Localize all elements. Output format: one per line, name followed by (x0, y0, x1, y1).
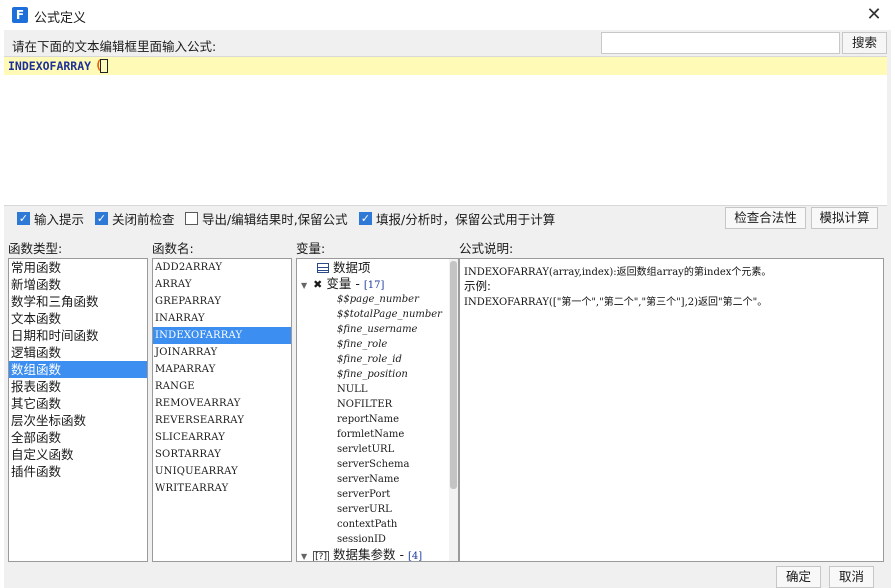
list-item[interactable]: GREPARRAY (153, 293, 291, 310)
chevron-down-icon[interactable]: ▼ (301, 281, 307, 290)
vertical-scrollbar[interactable] (449, 259, 458, 561)
variable-tree[interactable]: 数据项 ▼ ✖ 变量 - [17] $$page_number $$totalPag… (296, 258, 459, 562)
tree-node-dataset-params[interactable]: ▼ [?] 数据集参数 - [4] (301, 547, 423, 562)
option-label: 导出/编辑结果时,保留公式 (202, 211, 348, 227)
variable-icon: ✖ (313, 278, 323, 291)
tree-leaf[interactable]: $fine_role (337, 337, 387, 352)
window-title: 公式定义 (34, 11, 87, 26)
tree-leaf[interactable]: NOFILTER (337, 397, 392, 412)
list-item[interactable]: 报表函数 (9, 378, 147, 395)
list-item[interactable]: JOINARRAY (153, 344, 291, 361)
text-caret (100, 59, 108, 73)
formula-dialog: 请在下面的文本编辑框里面输入公式: 搜索 INDEXOFARRAY ( ✓ 输入… (4, 30, 891, 588)
list-item[interactable]: SORTARRAY (153, 446, 291, 463)
list-item[interactable]: INARRAY (153, 310, 291, 327)
tree-leaf[interactable]: $$totalPage_number (337, 307, 442, 322)
chevron-down-icon[interactable]: ▼ (301, 552, 307, 561)
list-item[interactable]: 数学和三角函数 (9, 293, 147, 310)
tree-leaf[interactable]: $fine_username (337, 322, 417, 337)
category-list[interactable]: 常用函数 新增函数 数学和三角函数 文本函数 日期和时间函数 逻辑函数 数组函数… (8, 258, 148, 562)
function-list[interactable]: ADD2ARRAY ARRAY GREPARRAY INARRAY INDEXO… (152, 258, 292, 562)
list-item[interactable]: ARRAY (153, 276, 291, 293)
tree-label: 数据集参数 - (332, 547, 408, 562)
formula-editor[interactable]: INDEXOFARRAY ( (4, 56, 887, 206)
cancel-button[interactable]: 取消 (829, 566, 874, 588)
list-item[interactable]: 全部函数 (9, 429, 147, 446)
tree-leaf[interactable]: $$page_number (337, 292, 419, 307)
app-logo-icon: F (12, 7, 28, 23)
list-item[interactable]: REMOVEARRAY (153, 395, 291, 412)
list-item[interactable]: ADD2ARRAY (153, 259, 291, 276)
description-example: INDEXOFARRAY(["第一个","第二个","第三个"],2)返回"第二… (464, 297, 768, 308)
tree-leaf[interactable]: formletName (337, 427, 404, 442)
category-column-label: 函数类型: (8, 241, 63, 256)
list-item[interactable]: 日期和时间函数 (9, 327, 147, 344)
simulate-button[interactable]: 模拟计算 (811, 207, 878, 229)
checkbox-checked-icon[interactable]: ✓ (95, 211, 108, 225)
list-item[interactable]: 常用函数 (9, 259, 147, 276)
description-example-label: 示例: (464, 279, 491, 293)
description-column-label: 公式说明: (459, 241, 514, 256)
list-item[interactable]: SLICEARRAY (153, 429, 291, 446)
tree-leaf[interactable]: $fine_position (337, 367, 408, 382)
list-item[interactable]: 层次坐标函数 (9, 412, 147, 429)
table-icon (317, 263, 329, 273)
tree-leaf[interactable]: $fine_role_id (337, 352, 402, 367)
option-keep-formula-export[interactable]: 导出/编辑结果时,保留公式 (185, 210, 348, 227)
list-item[interactable]: MAPARRAY (153, 361, 291, 378)
ok-button[interactable]: 确定 (776, 566, 821, 588)
option-input-hint[interactable]: ✓ 输入提示 (17, 210, 85, 227)
tree-count: [17] (363, 280, 385, 291)
tree-leaf[interactable]: NULL (337, 382, 367, 397)
option-keep-formula-fill[interactable]: ✓ 填报/分析时，保留公式用于计算 (359, 210, 556, 227)
option-label: 填报/分析时，保留公式用于计算 (376, 211, 556, 227)
tree-leaf[interactable]: sessionID (337, 532, 386, 547)
list-item[interactable]: WRITEARRAY (153, 480, 291, 497)
formula-function-name: INDEXOFARRAY (8, 59, 92, 73)
list-item[interactable]: 新增函数 (9, 276, 147, 293)
checkbox-checked-icon[interactable]: ✓ (359, 211, 372, 225)
tree-count: [4] (407, 551, 423, 562)
description-signature: INDEXOFARRAY(array,index):返回数组array的第ind… (464, 267, 772, 278)
tree-leaf[interactable]: reportName (337, 412, 399, 427)
tree-leaf[interactable]: serverURL (337, 502, 392, 517)
prompt-label: 请在下面的文本编辑框里面输入公式: (12, 39, 217, 54)
scrollbar-thumb[interactable] (450, 261, 457, 489)
close-icon[interactable]: ✕ (861, 3, 887, 27)
option-label: 输入提示 (34, 211, 85, 227)
tree-leaf[interactable]: serverSchema (337, 457, 409, 472)
check-validity-button[interactable]: 检查合法性 (725, 207, 806, 229)
title-bar: F 公式定义 ✕ (0, 0, 895, 30)
description-panel: INDEXOFARRAY(array,index):返回数组array的第ind… (459, 258, 884, 562)
list-item[interactable]: 逻辑函数 (9, 344, 147, 361)
list-item[interactable]: RANGE (153, 378, 291, 395)
list-item-selected[interactable]: 数组函数 (9, 361, 147, 378)
list-item[interactable]: 自定义函数 (9, 446, 147, 463)
tree-leaf[interactable]: serverName (337, 472, 399, 487)
tree-label: 数据项 (333, 260, 371, 275)
tree-leaf[interactable]: serverPort (337, 487, 390, 502)
list-item[interactable]: UNIQUEARRAY (153, 463, 291, 480)
list-item[interactable]: REVERSEARRAY (153, 412, 291, 429)
checkbox-checked-icon[interactable]: ✓ (17, 211, 30, 225)
tree-node-variables[interactable]: ▼ ✖ 变量 - [17] (301, 276, 384, 291)
variable-column-label: 变量: (296, 241, 326, 256)
tree-node-data-item[interactable]: 数据项 (317, 260, 371, 275)
tree-leaf[interactable]: servletURL (337, 442, 394, 457)
checkbox-unchecked-icon[interactable] (185, 211, 198, 225)
search-button[interactable]: 搜索 (842, 32, 887, 54)
option-check-before-close[interactable]: ✓ 关闭前检查 (95, 210, 175, 227)
parameter-icon: [?] (313, 551, 329, 562)
list-item[interactable]: 文本函数 (9, 310, 147, 327)
search-input[interactable] (601, 32, 840, 54)
option-label: 关闭前检查 (112, 211, 175, 227)
list-item-selected[interactable]: INDEXOFARRAY (153, 327, 291, 344)
current-line: INDEXOFARRAY ( (4, 57, 887, 75)
function-column-label: 函数名: (152, 241, 194, 256)
tree-label: 变量 - (326, 276, 364, 291)
tree-leaf[interactable]: contextPath (337, 517, 397, 532)
list-item[interactable]: 其它函数 (9, 395, 147, 412)
list-item[interactable]: 插件函数 (9, 463, 147, 480)
